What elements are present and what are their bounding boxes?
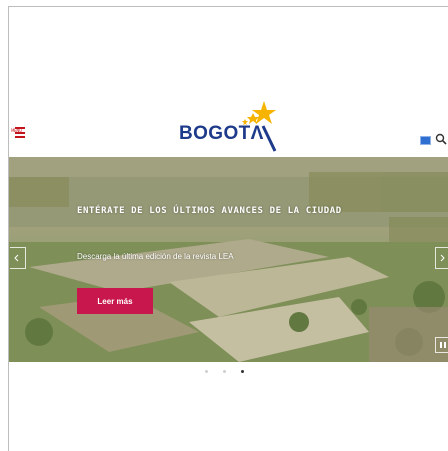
carousel-next-button[interactable]	[435, 247, 448, 269]
flag-icon[interactable]	[420, 136, 431, 145]
menu-button[interactable]: MENÚ	[11, 125, 33, 145]
carousel-prev-button[interactable]	[10, 247, 26, 269]
carousel-dot[interactable]	[205, 370, 208, 373]
search-icon[interactable]	[435, 133, 447, 145]
header-utilities	[420, 133, 448, 149]
read-more-button[interactable]: Leer más	[77, 288, 153, 314]
bogota-logo[interactable]: BOGOTΛ	[179, 99, 289, 159]
hero-subline: Descarga la última edición de la revista…	[77, 252, 234, 261]
hero-headline: ENTÉRATE DE LOS ÚLTIMOS AVANCES DE LA CI…	[77, 206, 342, 216]
browser-frame: MENÚ BOGOTΛ ENTÉRATE DE LOS ÚLTIMOS AVAN…	[8, 6, 448, 451]
carousel-dot[interactable]	[223, 370, 226, 373]
chevron-left-icon	[14, 254, 19, 262]
pause-icon	[440, 342, 442, 348]
carousel-dot-active[interactable]	[241, 370, 244, 373]
hamburger-menu-icon	[15, 127, 25, 141]
site-header: MENÚ BOGOTΛ	[9, 7, 448, 157]
logo-wordmark: BOGOTΛ	[179, 123, 264, 144]
carousel-pause-button[interactable]	[435, 337, 448, 353]
hero-carousel: ENTÉRATE DE LOS ÚLTIMOS AVANCES DE LA CI…	[9, 157, 448, 362]
chevron-right-icon	[440, 254, 445, 262]
